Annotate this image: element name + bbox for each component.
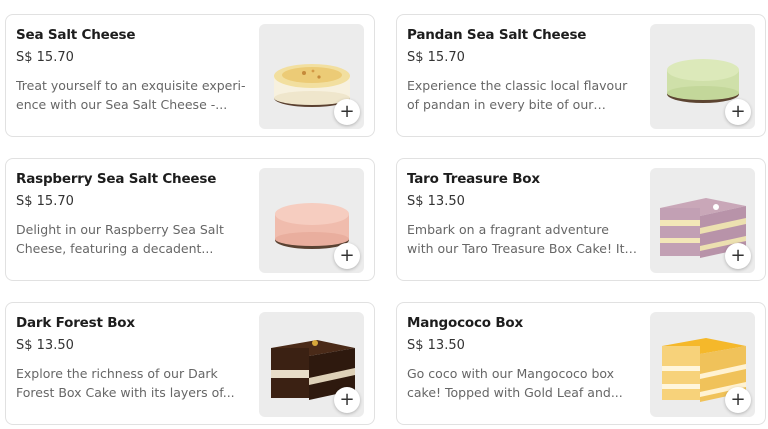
product-description: Delight in our Raspberry Sea Salt Cheese…	[16, 222, 224, 256]
product-name: Dark Forest Box	[16, 315, 135, 331]
product-name: Taro Treasure Box	[407, 171, 540, 187]
product-price: S$ 13.50	[16, 338, 74, 353]
add-to-cart-button[interactable]: +	[334, 387, 360, 413]
add-to-cart-button[interactable]: +	[725, 387, 751, 413]
product-card-taro-treasure-box[interactable]: Taro Treasure Box S$ 13.50 Embark on a f…	[396, 158, 766, 281]
product-info: Pandan Sea Salt Cheese S$ 15.70 Experien…	[407, 27, 647, 114]
product-name: Pandan Sea Salt Cheese	[407, 27, 587, 43]
plus-icon: +	[730, 389, 746, 410]
add-to-cart-button[interactable]: +	[725, 243, 751, 269]
product-price: S$ 15.70	[16, 194, 74, 209]
add-to-cart-button[interactable]: +	[334, 99, 360, 125]
product-card-mangococo-box[interactable]: Mangococo Box S$ 13.50 Go coco with our …	[396, 302, 766, 425]
product-name: Sea Salt Cheese	[16, 27, 136, 43]
product-description: Explore the richness of our Dark Forest …	[16, 366, 235, 400]
product-card-sea-salt-cheese[interactable]: Sea Salt Cheese S$ 15.70 Treat yourself …	[5, 14, 375, 137]
product-description: Experience the classic local flavour of …	[407, 78, 628, 112]
product-price: S$ 13.50	[407, 338, 465, 353]
product-card-raspberry-sea-salt-cheese[interactable]: Raspberry Sea Salt Cheese S$ 15.70 Delig…	[5, 158, 375, 281]
pandan-sea-salt-cheese-cake-image[interactable]: +	[650, 24, 755, 129]
product-info: Sea Salt Cheese S$ 15.70 Treat yourself …	[16, 27, 256, 114]
mangococo-box-cake-image[interactable]: +	[650, 312, 755, 417]
plus-icon: +	[730, 101, 746, 122]
product-card-pandan-sea-salt-cheese[interactable]: Pandan Sea Salt Cheese S$ 15.70 Experien…	[396, 14, 766, 137]
product-info: Taro Treasure Box S$ 13.50 Embark on a f…	[407, 171, 647, 258]
product-card-dark-forest-box[interactable]: Dark Forest Box S$ 13.50 Explore the ric…	[5, 302, 375, 425]
plus-icon: +	[339, 101, 355, 122]
product-info: Dark Forest Box S$ 13.50 Explore the ric…	[16, 315, 256, 402]
plus-icon: +	[339, 245, 355, 266]
product-description: Treat yourself to an exquisite experi-en…	[16, 78, 246, 112]
add-to-cart-button[interactable]: +	[334, 243, 360, 269]
raspberry-sea-salt-cheese-cake-image[interactable]: +	[259, 168, 364, 273]
product-info: Raspberry Sea Salt Cheese S$ 15.70 Delig…	[16, 171, 256, 258]
dark-forest-box-cake-image[interactable]: +	[259, 312, 364, 417]
product-price: S$ 15.70	[407, 50, 465, 65]
product-price: S$ 13.50	[407, 194, 465, 209]
add-to-cart-button[interactable]: +	[725, 99, 751, 125]
plus-icon: +	[339, 389, 355, 410]
sea-salt-cheese-cake-image[interactable]: +	[259, 24, 364, 129]
taro-treasure-box-cake-image[interactable]: +	[650, 168, 755, 273]
product-name: Raspberry Sea Salt Cheese	[16, 171, 217, 187]
plus-icon: +	[730, 245, 746, 266]
product-description: Go coco with our Mangococo box cake! Top…	[407, 366, 623, 400]
product-name: Mangococo Box	[407, 315, 524, 331]
product-price: S$ 15.70	[16, 50, 74, 65]
product-info: Mangococo Box S$ 13.50 Go coco with our …	[407, 315, 647, 402]
product-description: Embark on a fragrant adventure with our …	[407, 222, 635, 256]
